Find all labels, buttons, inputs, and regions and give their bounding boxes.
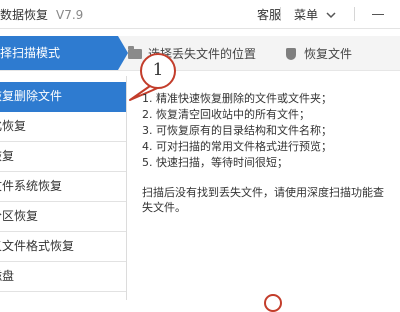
step-arrow bbox=[118, 36, 128, 70]
step-scan-mode-label: 选择扫描模式 bbox=[0, 46, 61, 60]
sidebar-item-label: 恢复 bbox=[0, 149, 15, 163]
callout-number-badge: 1 bbox=[140, 53, 176, 89]
sidebar-item-partition-recovery[interactable]: 分区恢复 bbox=[0, 202, 126, 232]
sidebar-item-filesystem-recovery[interactable]: 文件系统恢复 bbox=[0, 172, 126, 202]
folder-icon bbox=[128, 46, 142, 59]
sidebar-item-format-recovery[interactable]: 化恢复 bbox=[0, 112, 126, 142]
feature-line: 5. 快速扫描，等待时间很短； bbox=[142, 156, 288, 169]
sidebar-item-recover-deleted[interactable]: 恢复删除文件 bbox=[0, 82, 126, 112]
feature-line: 4. 可对扫描的常用文件格式进行预览； bbox=[142, 140, 332, 153]
title-bar: 数据恢复 V7.9 客服 菜单 bbox=[0, 0, 400, 29]
step-recover-files[interactable]: 恢复文件 bbox=[286, 45, 352, 62]
titlebar-separator bbox=[354, 7, 355, 21]
step-scan-mode[interactable]: 选择扫描模式 bbox=[0, 36, 118, 70]
note-line: 扫描后没有找到丢失文件，请使用深度扫描功能查 bbox=[142, 186, 384, 199]
note-line: 失文件。 bbox=[142, 201, 186, 214]
service-link[interactable]: 客服 bbox=[257, 6, 281, 23]
app-name: 数据恢复 bbox=[0, 8, 49, 22]
app-version: V7.9 bbox=[56, 8, 84, 22]
feature-line: 3. 可恢复原有的目录结构和文件名称； bbox=[142, 124, 332, 137]
scan-mode-sidebar: 恢复删除文件 化恢复 恢复 文件系统恢复 分区恢复 义文件格式恢复 磁盘 bbox=[0, 76, 127, 300]
app-title: 数据恢复 V7.9 bbox=[0, 6, 83, 23]
feature-line: 1. 精准快速恢复删除的文件或文件夹； bbox=[142, 92, 332, 105]
shield-icon bbox=[286, 48, 296, 60]
sidebar-item-label: 化恢复 bbox=[0, 119, 27, 133]
sidebar-item-label: 文件系统恢复 bbox=[0, 179, 63, 193]
feature-line: 2. 恢复清空回收站中的所有文件； bbox=[142, 108, 310, 121]
chevron-down-icon bbox=[326, 12, 336, 19]
deep-scan-note: 扫描后没有找到丢失文件，请使用深度扫描功能查 失文件。 bbox=[142, 185, 398, 215]
sidebar-item-disk[interactable]: 磁盘 bbox=[0, 262, 126, 292]
sidebar-item-label: 分区恢复 bbox=[0, 209, 39, 223]
step-recover-files-label: 恢复文件 bbox=[304, 47, 353, 61]
sidebar-item-recovery[interactable]: 恢复 bbox=[0, 142, 126, 172]
mode-description: 1. 精准快速恢复删除的文件或文件夹； 2. 恢复清空回收站中的所有文件； 3.… bbox=[142, 91, 398, 215]
step-bar: 选择扫描模式 选择丢失文件的位置 恢复文件 bbox=[0, 36, 400, 71]
sidebar-item-label: 义文件格式恢复 bbox=[0, 239, 75, 253]
sidebar-item-label: 磁盘 bbox=[0, 269, 15, 283]
menu-label: 菜单 bbox=[294, 8, 319, 22]
callout-ring-bottom bbox=[264, 294, 282, 312]
sidebar-item-label: 恢复删除文件 bbox=[0, 89, 63, 103]
minimize-icon[interactable] bbox=[372, 14, 384, 15]
sidebar-item-custom-format-recovery[interactable]: 义文件格式恢复 bbox=[0, 232, 126, 262]
menu-button[interactable]: 菜单 bbox=[294, 6, 336, 23]
